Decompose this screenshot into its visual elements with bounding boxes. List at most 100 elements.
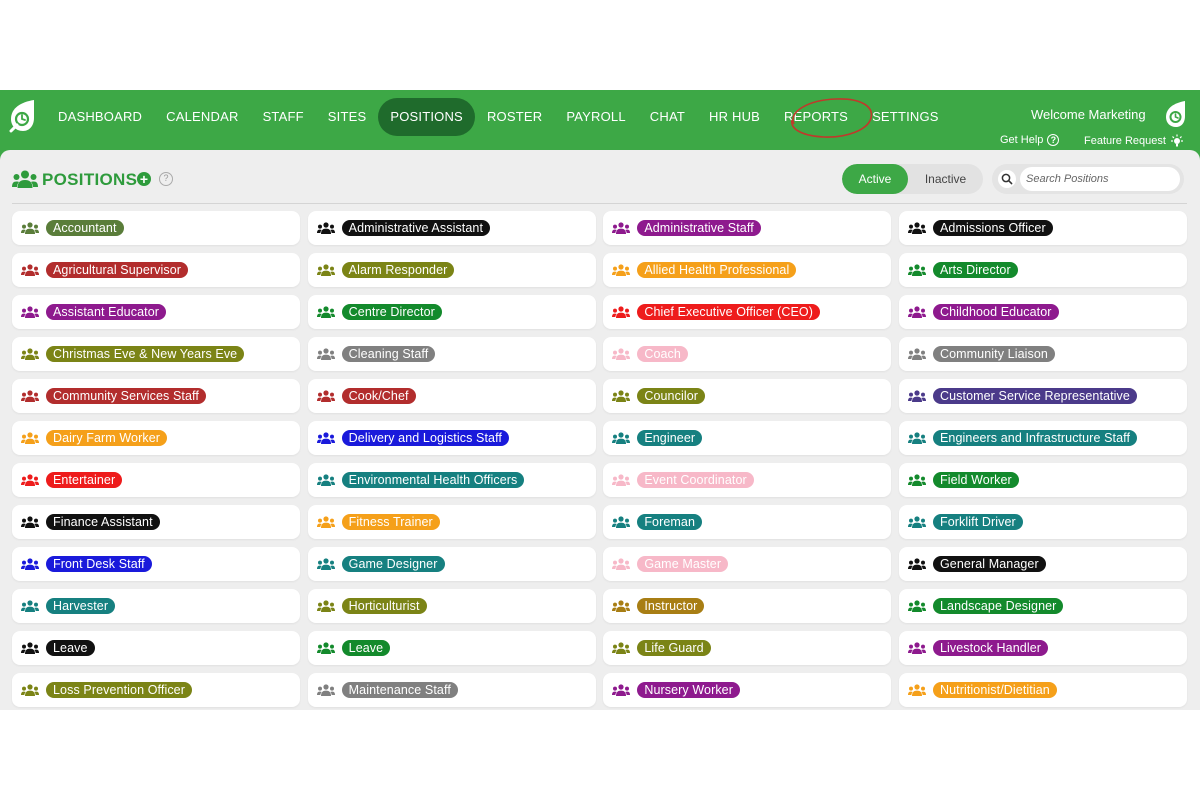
nav-payroll[interactable]: PAYROLL bbox=[554, 98, 637, 136]
position-card[interactable]: Foreman bbox=[603, 505, 892, 539]
nav-chat[interactable]: CHAT bbox=[638, 98, 697, 136]
position-card[interactable]: Christmas Eve & New Years Eve bbox=[12, 337, 300, 371]
position-card[interactable]: Harvester bbox=[12, 589, 300, 623]
users-group-icon bbox=[21, 642, 39, 654]
position-card[interactable]: Councilor bbox=[603, 379, 892, 413]
users-group-icon bbox=[612, 264, 631, 276]
position-card[interactable]: Entertainer bbox=[12, 463, 300, 497]
app-logo-icon[interactable] bbox=[7, 98, 37, 134]
position-card[interactable]: Allied Health Professional bbox=[603, 253, 892, 287]
position-card[interactable]: Agricultural Supervisor bbox=[12, 253, 300, 287]
search-box bbox=[992, 164, 1184, 194]
feature-request-link[interactable]: Feature Request bbox=[1084, 134, 1184, 148]
users-group-icon bbox=[907, 432, 926, 444]
main-nav-menu: DASHBOARD CALENDAR STAFF SITES POSITIONS ROST… bbox=[46, 98, 951, 136]
position-card[interactable]: Childhood Educator bbox=[898, 295, 1187, 329]
position-card[interactable]: Leave bbox=[12, 631, 300, 665]
position-card[interactable]: Nursery Worker bbox=[603, 673, 892, 707]
position-card[interactable]: Game Master bbox=[603, 547, 892, 581]
users-group-icon bbox=[316, 600, 335, 612]
users-group-icon bbox=[612, 222, 631, 234]
nav-sites[interactable]: SITES bbox=[316, 98, 379, 136]
add-position-icon[interactable]: + bbox=[137, 172, 151, 186]
position-card[interactable]: Horticulturist bbox=[307, 589, 596, 623]
search-icon bbox=[998, 170, 1016, 188]
nav-roster[interactable]: ROSTER bbox=[475, 98, 554, 136]
position-tag: Community Services Staff bbox=[46, 388, 206, 404]
position-card[interactable]: Administrative Assistant bbox=[307, 211, 596, 245]
position-card[interactable]: Dairy Farm Worker bbox=[12, 421, 300, 455]
position-card[interactable]: Front Desk Staff bbox=[12, 547, 300, 581]
users-group-icon bbox=[21, 306, 39, 318]
position-card[interactable]: Centre Director bbox=[307, 295, 596, 329]
search-input[interactable] bbox=[1020, 167, 1180, 191]
get-help-link[interactable]: Get Help ? bbox=[1000, 134, 1060, 146]
position-card[interactable]: Community Services Staff bbox=[12, 379, 300, 413]
users-group-icon bbox=[612, 306, 631, 318]
nav-reports[interactable]: REPORTS bbox=[772, 98, 860, 136]
position-card[interactable]: Leave bbox=[307, 631, 596, 665]
position-tag: Childhood Educator bbox=[932, 304, 1059, 320]
position-card[interactable]: Field Worker bbox=[898, 463, 1187, 497]
position-card[interactable]: Engineers and Infrastructure Staff bbox=[898, 421, 1187, 455]
position-tag: General Manager bbox=[932, 556, 1046, 572]
position-card[interactable]: Customer Service Representative bbox=[898, 379, 1187, 413]
toggle-inactive[interactable]: Inactive bbox=[908, 164, 983, 194]
position-card[interactable]: Life Guard bbox=[603, 631, 892, 665]
position-card[interactable]: Assistant Educator bbox=[12, 295, 300, 329]
position-card[interactable]: General Manager bbox=[898, 547, 1187, 581]
welcome-text: Welcome Marketing bbox=[1031, 107, 1146, 122]
users-group-icon bbox=[907, 642, 926, 654]
position-tag: Chief Executive Officer (CEO) bbox=[637, 304, 821, 320]
position-tag: Administrative Assistant bbox=[341, 220, 491, 236]
position-card[interactable]: Fitness Trainer bbox=[307, 505, 596, 539]
position-card[interactable]: Administrative Staff bbox=[603, 211, 892, 245]
nav-dashboard[interactable]: DASHBOARD bbox=[46, 98, 154, 136]
position-card[interactable]: Instructor bbox=[603, 589, 892, 623]
users-group-icon bbox=[21, 474, 39, 486]
nav-hr-hub[interactable]: HR HUB bbox=[697, 98, 772, 136]
position-card[interactable]: Delivery and Logistics Staff bbox=[307, 421, 596, 455]
position-tag: Coach bbox=[637, 346, 688, 362]
position-tag: Horticulturist bbox=[341, 598, 427, 614]
users-group-icon bbox=[21, 264, 39, 276]
position-card[interactable]: Game Designer bbox=[307, 547, 596, 581]
position-card[interactable]: Accountant bbox=[12, 211, 300, 245]
position-card[interactable]: Community Liaison bbox=[898, 337, 1187, 371]
nav-staff[interactable]: STAFF bbox=[251, 98, 316, 136]
nav-positions[interactable]: POSITIONS bbox=[378, 98, 475, 136]
users-group-icon bbox=[316, 474, 335, 486]
users-group-icon bbox=[907, 474, 926, 486]
users-group-icon bbox=[316, 684, 335, 696]
position-card[interactable]: Alarm Responder bbox=[307, 253, 596, 287]
position-card[interactable]: Coach bbox=[603, 337, 892, 371]
nav-settings[interactable]: SETTINGS bbox=[860, 98, 951, 136]
nav-calendar[interactable]: CALENDAR bbox=[154, 98, 250, 136]
users-group-icon bbox=[21, 516, 39, 528]
toggle-active[interactable]: Active bbox=[842, 164, 908, 194]
users-group-icon bbox=[21, 222, 39, 234]
position-card[interactable]: Forklift Driver bbox=[898, 505, 1187, 539]
user-avatar-icon[interactable] bbox=[1163, 100, 1187, 128]
position-card[interactable]: Event Coordinator bbox=[603, 463, 892, 497]
position-card[interactable]: Livestock Handler bbox=[898, 631, 1187, 665]
position-card[interactable]: Finance Assistant bbox=[12, 505, 300, 539]
position-tag: Community Liaison bbox=[932, 346, 1055, 362]
position-card[interactable]: Engineer bbox=[603, 421, 892, 455]
position-card[interactable]: Chief Executive Officer (CEO) bbox=[603, 295, 892, 329]
position-card[interactable]: Landscape Designer bbox=[898, 589, 1187, 623]
position-tag: Entertainer bbox=[46, 472, 123, 488]
position-tag: Christmas Eve & New Years Eve bbox=[46, 346, 245, 362]
position-card[interactable]: Loss Prevention Officer bbox=[12, 673, 300, 707]
position-tag: Alarm Responder bbox=[341, 262, 455, 278]
position-tag: Allied Health Professional bbox=[637, 262, 797, 278]
position-card[interactable]: Nutritionist/Dietitian bbox=[898, 673, 1187, 707]
position-card[interactable]: Environmental Health Officers bbox=[307, 463, 596, 497]
position-card[interactable]: Cook/Chef bbox=[307, 379, 596, 413]
position-card[interactable]: Arts Director bbox=[898, 253, 1187, 287]
position-tag: Game Designer bbox=[341, 556, 445, 572]
position-card[interactable]: Maintenance Staff bbox=[307, 673, 596, 707]
position-card[interactable]: Cleaning Staff bbox=[307, 337, 596, 371]
help-icon[interactable]: ? bbox=[159, 172, 173, 186]
position-card[interactable]: Admissions Officer bbox=[898, 211, 1187, 245]
